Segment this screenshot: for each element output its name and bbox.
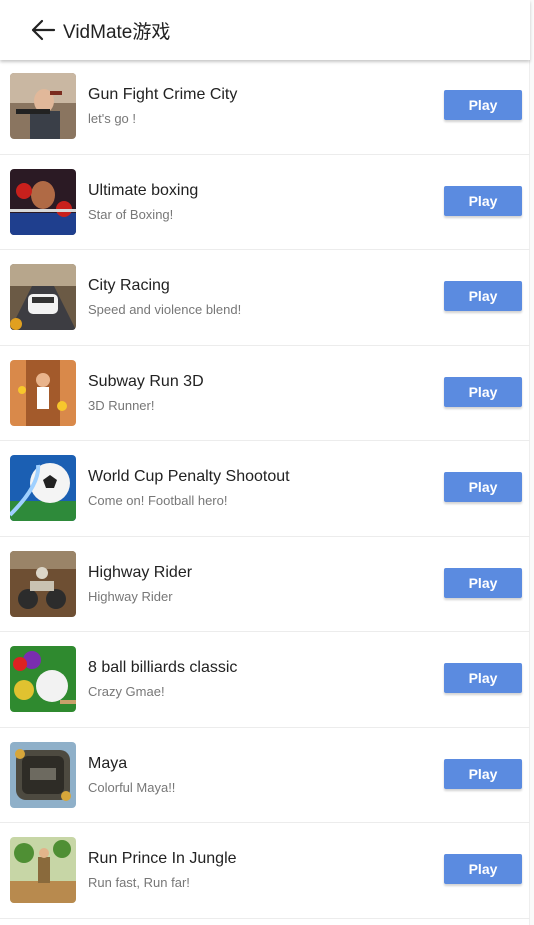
play-button[interactable]: Play (444, 854, 522, 884)
arrow-left-icon (31, 19, 56, 41)
list-item: City Racing Speed and violence blend! Pl… (0, 250, 530, 346)
list-item: Run Prince In Jungle Run fast, Run far! … (0, 823, 530, 919)
racing-car-thumbnail[interactable] (10, 264, 76, 331)
soccer-ball-thumbnail[interactable] (10, 455, 76, 522)
back-button[interactable] (28, 15, 58, 45)
list-item: Maya Colorful Maya!! Play (0, 728, 530, 823)
motorbike-thumbnail[interactable] (10, 550, 76, 617)
list-item: 8 ball billiards classic Crazy Gmae! Pla… (0, 632, 530, 728)
play-button[interactable]: Play (444, 567, 522, 598)
play-button[interactable]: Play (444, 376, 522, 407)
list-item: Highway Rider Highway Rider Play (0, 537, 530, 632)
play-button[interactable]: Play (444, 90, 522, 120)
subway-run-thumbnail[interactable] (10, 359, 76, 426)
page-title: VidMate游戏 (63, 21, 171, 43)
play-button[interactable]: Play (444, 281, 522, 311)
list-item: Subway Run 3D 3D Runner! Play (0, 346, 530, 441)
play-button[interactable]: Play (444, 472, 522, 502)
billiards-thumbnail[interactable] (10, 646, 76, 713)
list-item: Gun Fight Crime City let's go ! Play (0, 59, 530, 155)
gun-fight-thumbnail[interactable] (10, 73, 76, 140)
maya-stone-thumbnail[interactable] (10, 741, 76, 808)
game-list: Gun Fight Crime City let's go ! Play Ult… (0, 59, 530, 919)
list-item: Ultimate boxing Star of Boxing! Play (0, 155, 530, 250)
play-button[interactable]: Play (444, 758, 522, 789)
play-button[interactable]: Play (444, 663, 522, 693)
play-button[interactable]: Play (444, 185, 522, 216)
list-item: World Cup Penalty Shootout Come on! Foot… (0, 441, 530, 537)
jungle-run-thumbnail[interactable] (10, 837, 76, 904)
app-header: VidMate游戏 (0, 0, 530, 60)
boxing-thumbnail[interactable] (10, 168, 76, 235)
